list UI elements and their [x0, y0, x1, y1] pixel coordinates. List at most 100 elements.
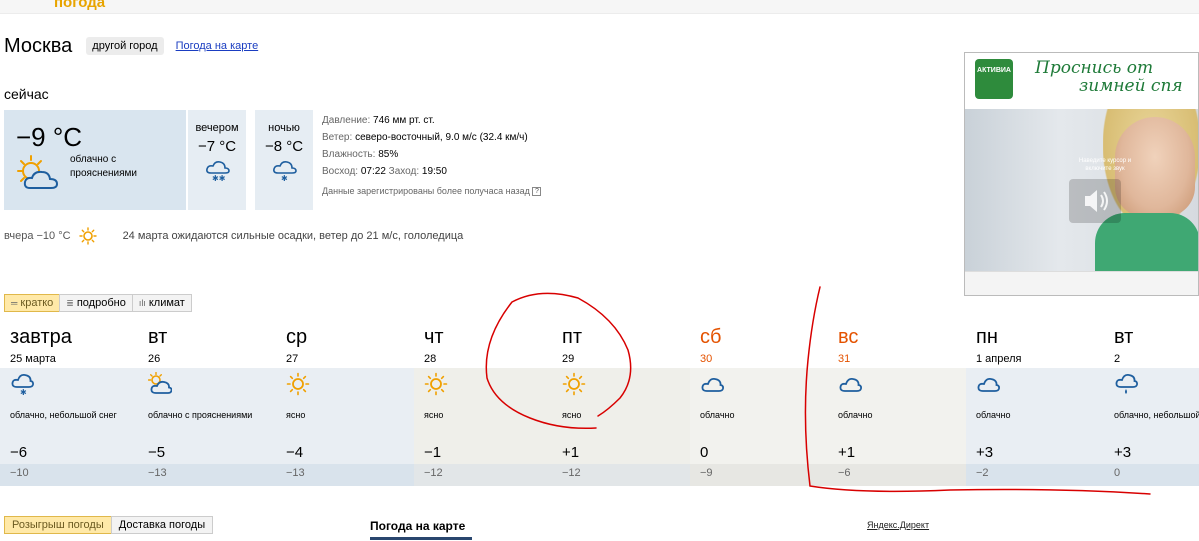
ad-sound-hint: Наведите курсор и включите звук: [1078, 158, 1132, 172]
advertisement-banner[interactable]: АКТИВИА Проснись от зимней спя Наведите …: [964, 52, 1199, 296]
speaker-icon[interactable]: [1069, 179, 1121, 223]
bars-icon: ılı: [138, 298, 146, 308]
day-panel: ясно −1 −12: [414, 368, 552, 486]
day-temp: +3: [976, 444, 994, 461]
night-temp: −2: [976, 467, 989, 479]
weather-map-heading[interactable]: Погода на карте: [370, 519, 465, 533]
day-temp: −1: [424, 444, 442, 461]
sun-icon: [424, 372, 448, 396]
day-name: вт: [1114, 326, 1134, 348]
forecast-day[interactable]: вт 26 облачно с прояснениями −5 −13: [138, 326, 276, 486]
bottom-tabs: Розыгрыш погоды Доставка погоды: [4, 516, 214, 534]
cloud-snow-icon: ✱✱: [206, 161, 230, 183]
day-name: чт: [424, 326, 444, 348]
current-temp: −9 °C: [16, 122, 83, 152]
now-label: сейчас: [4, 86, 49, 102]
night-temp: −9: [700, 467, 713, 479]
tab-weather-delivery[interactable]: Доставка погоды: [110, 516, 214, 534]
day-desc: облачно, небольшой дождь: [1114, 410, 1199, 420]
forecast-strip: завтра 25 марта ✱ облачно, небольшой снег −6…: [0, 326, 1199, 486]
data-note: Данные зарегистрированы более получаса н…: [322, 183, 542, 200]
day-date: 1 апреля: [976, 353, 1022, 365]
night-temp: 0: [1114, 467, 1121, 479]
day-date: 25 марта: [10, 353, 56, 365]
forecast-day[interactable]: вс 31 облачно +1 −6: [828, 326, 966, 486]
current-weather-box: −9 °C облачно с прояснениями: [4, 110, 186, 210]
evening-temp: −7 °C: [197, 138, 237, 155]
yesterday-row: вчера −10 °C 24 марта ожидаются сильные …: [4, 227, 463, 245]
sun-icon: [286, 372, 310, 396]
city-row: Москва другой город Погода на карте: [4, 35, 258, 57]
day-date: 26: [148, 353, 161, 365]
storm-warning: 24 марта ожидаются сильные осадки, ветер…: [122, 230, 464, 242]
other-city-button[interactable]: другой город: [86, 37, 164, 55]
tab-brief[interactable]: ═ кратко: [4, 294, 61, 312]
day-temp: +3: [1114, 444, 1132, 461]
cloud-icon: [839, 377, 862, 392]
forecast-day[interactable]: пт 29 ясно +1 −12: [552, 326, 690, 486]
day-temp: −4: [286, 444, 304, 461]
day-name: завтра: [10, 326, 72, 348]
list-icon: ≣: [66, 298, 74, 308]
wind-row: Ветер: северо-восточный, 9.0 м/с (32.4 к…: [322, 132, 528, 143]
pressure-row: Давление: 746 мм рт. ст.: [322, 115, 435, 126]
ad-slogan: Проснись от зимней спя: [1035, 58, 1183, 96]
map-link[interactable]: Погода на карте: [176, 40, 259, 52]
day-date: 2: [1114, 353, 1121, 365]
day-desc: облачно с прояснениями: [148, 410, 253, 420]
day-panel: облачно +1 −6: [828, 368, 966, 486]
day-name: пн: [976, 326, 998, 348]
forecast-day[interactable]: вт 2 облачно, небольшой дождь +3 0: [1104, 326, 1199, 486]
cloud-icon: [701, 377, 724, 392]
night-temp: −12: [562, 467, 581, 479]
forecast-day[interactable]: сб 30 облачно 0 −9: [690, 326, 828, 486]
day-date: 30: [700, 353, 713, 365]
day-name: сб: [700, 326, 722, 348]
forecast-day[interactable]: чт 28 ясно −1 −12: [414, 326, 552, 486]
day-name: пт: [562, 326, 582, 348]
cloud-snow-icon: ✱: [273, 161, 297, 183]
day-desc: облачно: [700, 410, 735, 420]
forecast-day[interactable]: завтра 25 марта ✱ облачно, небольшой снег −6…: [0, 326, 138, 486]
yesterday-temp: вчера −10 °C: [4, 230, 71, 242]
yandex-direct-link[interactable]: Яндекс.Директ: [867, 520, 929, 530]
day-name: вс: [838, 326, 859, 348]
partly-cloudy-icon: [148, 372, 172, 394]
day-desc: ясно: [562, 410, 582, 420]
svg-text:✱: ✱: [20, 388, 27, 396]
day-date: 28: [424, 353, 437, 365]
forecast-view-tabs: ═ кратко ≣ подробно ılı климат: [4, 294, 192, 312]
night-temp: −8 °C: [264, 138, 304, 155]
map-underline: [370, 537, 472, 540]
day-desc: ясно: [424, 410, 444, 420]
cloud-icon: [977, 377, 1000, 392]
svg-text:✱: ✱: [281, 174, 288, 183]
top-bar: погода: [0, 0, 1199, 14]
tab-climate[interactable]: ılı климат: [131, 294, 192, 312]
ad-photo: Наведите курсор и включите звук: [965, 109, 1198, 273]
cloud-rain-icon: [1115, 373, 1138, 394]
day-date: 31: [838, 353, 851, 365]
tab-detailed[interactable]: ≣ подробно: [59, 294, 133, 312]
evening-label: вечером: [195, 122, 239, 134]
day-desc: ясно: [286, 410, 306, 420]
forecast-day[interactable]: пн 1 апреля облачно +3 −2: [966, 326, 1104, 486]
day-desc: облачно: [976, 410, 1011, 420]
partly-cloudy-icon: [17, 155, 59, 189]
day-date: 27: [286, 353, 299, 365]
day-name: вт: [148, 326, 168, 348]
day-date: 29: [562, 353, 575, 365]
day-panel: ✱ облачно, небольшой снег −6 −10: [0, 368, 138, 486]
help-icon[interactable]: ?: [532, 187, 542, 197]
humidity-row: Влажность: 85%: [322, 149, 399, 160]
day-panel: облачно, небольшой дождь +3 0: [1104, 368, 1199, 486]
day-desc: облачно: [838, 410, 873, 420]
day-temp: −5: [148, 444, 166, 461]
night-temp: −13: [148, 467, 167, 479]
ad-logo: АКТИВИА: [975, 59, 1013, 99]
forecast-day[interactable]: ср 27 ясно −4 −13: [276, 326, 414, 486]
sun-row: Восход: 07:22 Заход: 19:50: [322, 166, 447, 177]
tab-weather-lottery[interactable]: Розыгрыш погоды: [4, 516, 112, 534]
day-panel: ясно −4 −13: [276, 368, 414, 486]
brand-logo-text[interactable]: погода: [54, 0, 105, 11]
